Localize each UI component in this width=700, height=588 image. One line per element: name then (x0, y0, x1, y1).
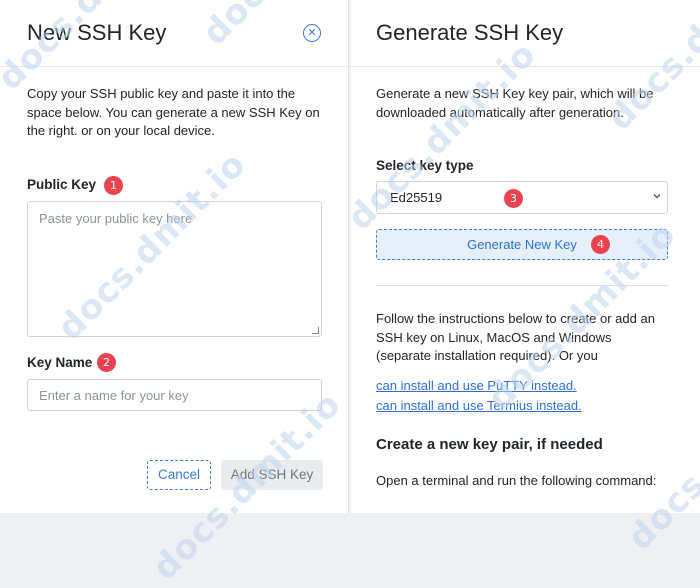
instructions-text: Follow the instructions below to create … (376, 311, 655, 363)
generate-ssh-key-title: Generate SSH Key (376, 20, 564, 45)
new-ssh-key-title: New SSH Key (27, 20, 167, 45)
add-ssh-key-button[interactable]: Add SSH Key (221, 460, 323, 490)
select-key-type-label: Select key type (376, 158, 474, 173)
public-key-textarea[interactable]: Paste your public key here (27, 201, 322, 337)
new-ssh-key-panel: New SSH Key ✕ Copy your SSH public key a… (0, 0, 349, 513)
right-description: Generate a new SSH Key key pair, which w… (376, 86, 654, 120)
left-description: Copy your SSH public key and paste it in… (27, 86, 320, 138)
close-icon[interactable]: ✕ (303, 24, 321, 42)
create-key-pair-heading: Create a new key pair, if needed (376, 436, 603, 453)
putty-link[interactable]: can install and use PuTTY instead. (376, 378, 577, 393)
command-intro-text: Open a terminal and run the following co… (376, 473, 657, 488)
step-badge-1: 1 (104, 176, 123, 195)
key-name-input[interactable]: Enter a name for your key (27, 379, 322, 411)
left-panel-header: New SSH Key ✕ (0, 0, 348, 67)
step-badge-3: 3 (504, 189, 523, 208)
key-name-label: Key Name (27, 355, 93, 370)
resize-handle-icon[interactable] (312, 327, 319, 334)
public-key-placeholder: Paste your public key here (39, 211, 193, 226)
public-key-label: Public Key (27, 177, 97, 192)
divider (376, 285, 668, 286)
termius-link[interactable]: can install and use Termius instead. (376, 398, 582, 413)
step-badge-4: 4 (591, 235, 610, 254)
generate-new-key-button[interactable]: Generate New Key (376, 229, 668, 260)
cancel-button[interactable]: Cancel (147, 460, 211, 490)
step-badge-2: 2 (97, 353, 116, 372)
right-panel-header: Generate SSH Key (351, 0, 700, 67)
key-type-value: Ed25519 (390, 190, 443, 205)
key-name-placeholder: Enter a name for your key (39, 388, 189, 403)
generate-ssh-key-panel: Generate SSH Key Generate a new SSH Key … (351, 0, 700, 513)
chevron-down-icon (653, 194, 661, 199)
